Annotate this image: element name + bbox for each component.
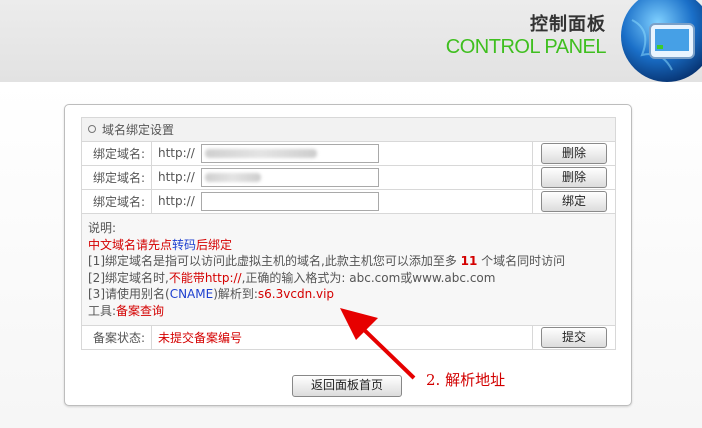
http-prefix: http:// [158, 146, 195, 160]
domain-label: 绑定域名: [81, 165, 152, 190]
delete-button[interactable]: 删除 [541, 167, 607, 188]
note-line-tools: 工具:备案查询 [88, 303, 165, 318]
note-line-3: [3]请使用别名(CNAME)解析到:s6.3vcdn.vip [88, 287, 335, 301]
title-en: CONTROL PANEL [445, 36, 607, 58]
submit-button[interactable]: 提交 [541, 327, 607, 348]
section-header: 域名绑定设置 [81, 117, 616, 142]
note-line-transcode: 中文域名请先点转码后绑定 [88, 237, 233, 252]
title-cn: 控制面板 [530, 14, 606, 35]
bind-button[interactable]: 绑定 [541, 191, 607, 212]
notes-cell: 说明: 中文域名请先点转码后绑定 [1]绑定域名是指可以访问此虚拟主机的域名,此… [81, 213, 616, 326]
delete-button[interactable]: 删除 [541, 143, 607, 164]
domain-input[interactable] [200, 192, 379, 211]
notes-heading: 说明: [88, 221, 117, 235]
domain-limit-count: 11 [460, 254, 478, 268]
domain-row: 绑定域名: http:// 绑定 [81, 189, 616, 214]
section-title: 域名绑定设置 [102, 123, 175, 137]
cname-target: s6.3vcdn.vip [257, 287, 335, 301]
blurred-domain-text [204, 149, 317, 158]
record-status-row: 备案状态: 未提交备案编号 提交 [81, 325, 616, 350]
domain-input[interactable] [200, 144, 379, 163]
domain-input-cell: http:// [151, 141, 533, 166]
domain-input-cell: http:// [151, 165, 533, 190]
domain-label: 绑定域名: [81, 189, 152, 214]
note-line-2: [2]绑定域名时,不能带http://,正确的输入格式为: abc.com或ww… [88, 270, 496, 285]
transcode-link[interactable]: 转码 [172, 238, 196, 252]
circle-bullet-icon [88, 125, 96, 133]
back-to-panel-button[interactable]: 返回面板首页 [292, 375, 402, 397]
domain-row: 绑定域名: http:// 删除 [81, 165, 616, 190]
http-prefix: http:// [158, 170, 195, 184]
note-line-1: [1]绑定域名是指可以访问此虚拟主机的域名,此款主机您可以添加至多 11 个域名… [88, 254, 566, 268]
domain-table: 域名绑定设置 绑定域名: http:// 删除 绑定域名: http:// 删除… [81, 117, 616, 350]
domain-panel: 域名绑定设置 绑定域名: http:// 删除 绑定域名: http:// 删除… [64, 104, 632, 406]
http-prefix: http:// [158, 194, 195, 208]
domain-label: 绑定域名: [81, 141, 152, 166]
record-status-value: 未提交备案编号 [151, 325, 533, 350]
domain-row: 绑定域名: http:// 删除 [81, 141, 616, 166]
domain-input-cell: http:// [151, 189, 533, 214]
record-lookup-link[interactable]: 备案查询 [116, 304, 164, 318]
record-label: 备案状态: [81, 325, 152, 350]
globe-monitor-icon [612, 0, 702, 82]
annotation-label: 2. 解析地址 [426, 371, 506, 389]
header-bar: 控制面板 CONTROL PANEL [0, 0, 702, 82]
notes-row: 说明: 中文域名请先点转码后绑定 [1]绑定域名是指可以访问此虚拟主机的域名,此… [81, 213, 616, 326]
domain-input[interactable] [200, 168, 379, 187]
blurred-domain-text [204, 173, 261, 182]
